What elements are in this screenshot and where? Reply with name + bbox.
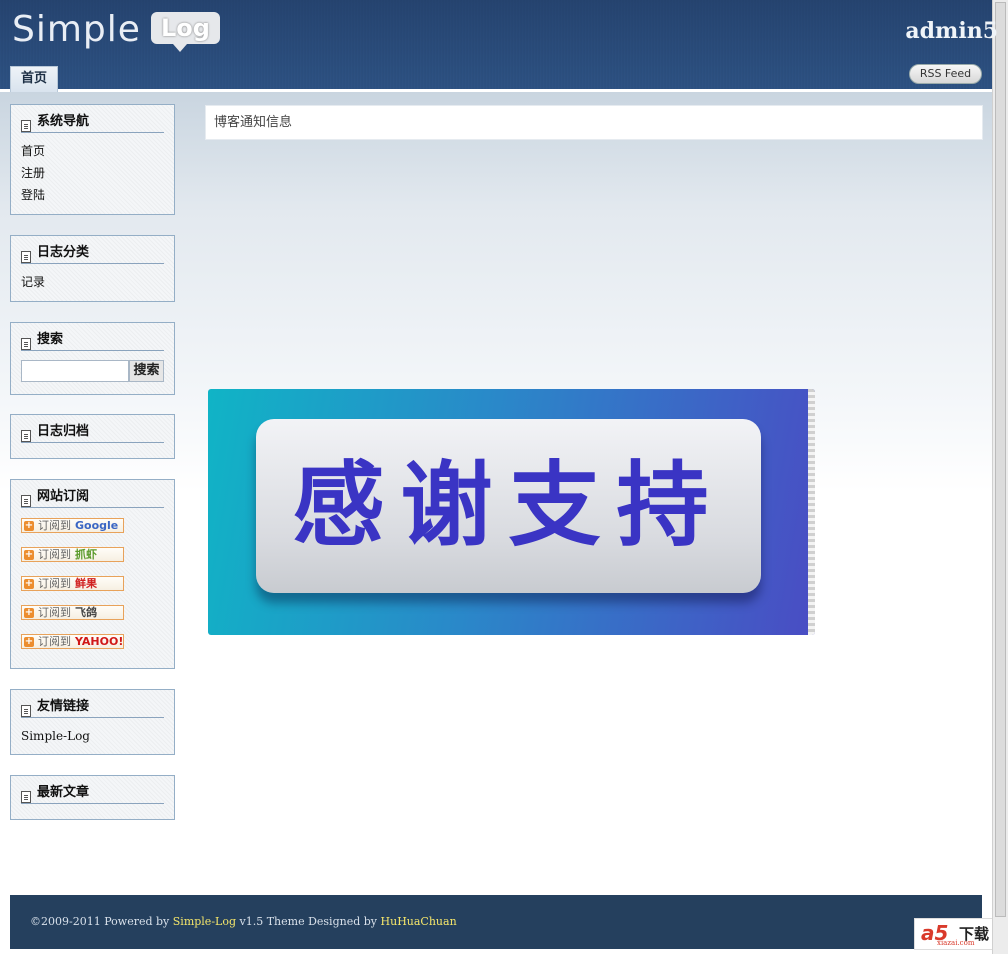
document-icon	[21, 495, 31, 507]
blog-notice: 博客通知信息	[205, 105, 983, 140]
widget-title-subscribe: 网站订阅	[21, 487, 164, 508]
search-input[interactable]	[21, 360, 129, 382]
category-link-records[interactable]: 记录	[21, 271, 45, 293]
site-footer: ©2009-2011 Powered by Simple-Log v1.5 Th…	[10, 895, 982, 949]
subscribe-prefix: 订阅到	[38, 548, 71, 561]
widget-recent-posts: 最新文章	[10, 775, 175, 820]
document-icon	[21, 251, 31, 263]
widget-subscribe: 网站订阅 + 订阅到 Google + 订阅到 抓虾 + 订阅到 鲜果 + 订阅到 飞鸽…	[10, 479, 175, 669]
logo-badge: Log	[150, 12, 220, 52]
subscribe-brand: Google	[75, 519, 119, 532]
watermark-url: xiazai.com	[937, 939, 975, 947]
footer-theme-text: v1.5 Theme Designed by	[236, 915, 381, 928]
document-icon	[21, 430, 31, 442]
footer-app-link[interactable]: Simple-Log	[173, 915, 236, 928]
document-icon	[21, 705, 31, 717]
category-list: 记录	[21, 271, 45, 293]
subscribe-google-button[interactable]: + 订阅到 Google	[21, 518, 124, 533]
subscribe-prefix: 订阅到	[38, 577, 71, 590]
widget-title-nav: 系统导航	[21, 112, 164, 133]
widget-categories: 日志分类 记录	[10, 235, 175, 302]
friend-link-simple-log[interactable]: Simple-Log	[21, 725, 90, 747]
document-icon	[21, 120, 31, 132]
plus-icon: +	[24, 578, 34, 589]
widget-archive: 日志归档	[10, 414, 175, 459]
nav-link-register[interactable]: 注册	[21, 162, 45, 184]
scrollbar-thumb[interactable]	[995, 2, 1006, 917]
subscribe-prefix: 订阅到	[38, 519, 71, 532]
widget-title-text: 日志分类	[37, 245, 90, 260]
subscribe-brand: 鲜果	[75, 577, 97, 590]
widget-title-recent: 最新文章	[21, 783, 164, 804]
footer-copyright: ©2009-2011 Powered by	[30, 915, 173, 928]
widget-title-text: 日志归档	[37, 424, 90, 439]
plus-icon: +	[24, 520, 34, 531]
widget-title-archive: 日志归档	[21, 422, 164, 443]
banner-plate: 感谢支持	[256, 419, 761, 593]
plus-icon: +	[24, 549, 34, 560]
subscribe-brand: 飞鸽	[75, 606, 97, 619]
rss-feed-button[interactable]: RSS Feed	[909, 64, 982, 84]
widget-title-text: 友情链接	[37, 699, 90, 714]
subscribe-brand: 抓虾	[75, 548, 97, 561]
site-logo[interactable]: Simple Log	[12, 9, 220, 52]
site-username: admin5	[905, 18, 998, 44]
subscribe-brand: YAHOO!	[75, 635, 124, 648]
document-icon	[21, 338, 31, 350]
banner-edge	[808, 389, 815, 635]
subscribe-yahoo-button[interactable]: + 订阅到 YAHOO!	[21, 634, 124, 649]
widget-title-text: 网站订阅	[37, 489, 90, 504]
widget-search: 搜索 搜索	[10, 322, 175, 395]
nav-list: 首页 注册 登陆	[21, 140, 45, 206]
document-icon	[21, 791, 31, 803]
tab-home[interactable]: 首页	[10, 66, 58, 92]
subscribe-xianguo-button[interactable]: + 订阅到 鲜果	[21, 576, 124, 591]
header-divider	[0, 89, 992, 92]
vertical-scrollbar[interactable]	[992, 0, 1008, 954]
logo-text: Simple	[12, 9, 141, 50]
widget-title-categories: 日志分类	[21, 243, 164, 264]
widget-title-text: 系统导航	[37, 114, 90, 129]
subscribe-zhuaxia-button[interactable]: + 订阅到 抓虾	[21, 547, 124, 562]
widget-system-nav: 系统导航 首页 注册 登陆	[10, 104, 175, 215]
widget-title-search: 搜索	[21, 330, 164, 351]
friend-link-list: Simple-Log	[21, 725, 90, 747]
search-button[interactable]: 搜索	[129, 360, 164, 382]
widget-title-text: 搜索	[37, 332, 64, 347]
plus-icon: +	[24, 636, 34, 647]
widget-friend-links: 友情链接 Simple-Log	[10, 689, 175, 755]
widget-title-links: 友情链接	[21, 697, 164, 718]
plus-icon: +	[24, 607, 34, 618]
nav-link-login[interactable]: 登陆	[21, 184, 45, 206]
subscribe-prefix: 订阅到	[38, 606, 71, 619]
thanks-banner-image: 感谢支持	[208, 389, 815, 635]
footer-designer-link[interactable]: HuHuaChuan	[381, 915, 457, 928]
watermark-logo: a5 下载 xiazai.com	[914, 918, 1002, 950]
subscribe-feige-button[interactable]: + 订阅到 飞鸽	[21, 605, 124, 620]
widget-title-text: 最新文章	[37, 785, 90, 800]
nav-link-home[interactable]: 首页	[21, 140, 45, 162]
subscribe-prefix: 订阅到	[38, 635, 71, 648]
banner-text: 感谢支持	[292, 452, 725, 559]
